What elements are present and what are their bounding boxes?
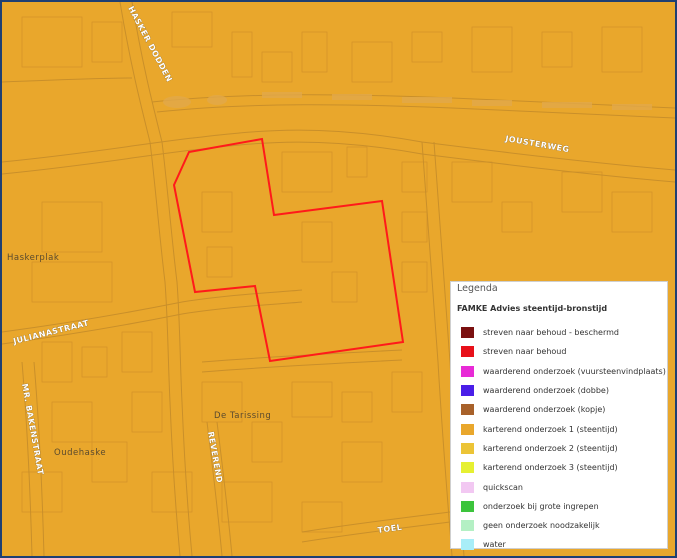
- legend-swatch: [461, 327, 474, 339]
- selection-outline[interactable]: [172, 137, 405, 363]
- legend-swatch: [461, 481, 474, 493]
- legend-list: streven naar behoud - beschermd streven …: [461, 323, 666, 555]
- legend-title: Legenda: [457, 283, 498, 294]
- legend-swatch: [461, 520, 474, 532]
- map-frame: HASKER DODDEN JOUSTERWEG JULIANASTRAAT M…: [0, 0, 677, 558]
- legend-swatch: [461, 442, 474, 454]
- legend-item-label: water: [483, 540, 506, 550]
- legend-swatch: [461, 365, 474, 377]
- street-label-toel: TOEL: [377, 523, 403, 535]
- legend-item-label: karterend onderzoek 2 (steentijd): [483, 443, 618, 453]
- legend-item: streven naar behoud: [461, 342, 666, 361]
- legend-item: onderzoek bij grote ingrepen: [461, 497, 666, 516]
- legend-swatch: [461, 404, 474, 416]
- legend-item: geen onderzoek noodzakelijk: [461, 516, 666, 535]
- street-label-jousterweg: JOUSTERWEG: [504, 134, 571, 154]
- legend-swatch: [461, 346, 474, 358]
- legend-swatch: [461, 462, 474, 474]
- legend-item: waarderend onderzoek (kopje): [461, 400, 666, 419]
- legend-swatch: [461, 500, 474, 512]
- legend-item: karterend onderzoek 2 (steentijd): [461, 439, 666, 458]
- street-label-mr-bakenstraat: MR. BAKENSTRAAT: [20, 383, 45, 476]
- legend-item-label: karterend onderzoek 1 (steentijd): [483, 424, 618, 434]
- place-label-de-tarissing: De Tarissing: [214, 411, 271, 421]
- legend-item: karterend onderzoek 3 (steentijd): [461, 458, 666, 477]
- legend-item-label: waarderend onderzoek (kopje): [483, 405, 606, 415]
- legend-item-label: streven naar behoud - beschermd: [483, 328, 619, 338]
- legend-item-label: quickscan: [483, 482, 523, 492]
- legend-panel: Legenda FAMKE Advies steentijd-bronstijd…: [450, 281, 668, 551]
- water-features: [163, 92, 652, 110]
- legend-item: streven naar behoud - beschermd: [461, 323, 666, 342]
- legend-swatch: [461, 539, 474, 551]
- place-label-haskerplak: Haskerplak: [7, 253, 59, 263]
- legend-item: waarderend onderzoek (dobbe): [461, 381, 666, 400]
- place-label-oudehaske: Oudehaske: [54, 448, 106, 458]
- legend-item: karterend onderzoek 1 (steentijd): [461, 419, 666, 438]
- legend-item-label: geen onderzoek noodzakelijk: [483, 521, 600, 531]
- legend-subtitle: FAMKE Advies steentijd-bronstijd: [457, 304, 608, 313]
- legend-item-label: waarderend onderzoek (vuursteenvindplaat…: [483, 366, 666, 376]
- legend-swatch: [461, 385, 474, 397]
- legend-item: water: [461, 535, 666, 554]
- legend-item-label: waarderend onderzoek (dobbe): [483, 386, 609, 396]
- legend-item-label: karterend onderzoek 3 (steentijd): [483, 463, 618, 473]
- legend-item-label: streven naar behoud: [483, 347, 567, 357]
- legend-item: waarderend onderzoek (vuursteenvindplaat…: [461, 362, 666, 381]
- legend-item-label: onderzoek bij grote ingrepen: [483, 501, 599, 511]
- legend-item: quickscan: [461, 477, 666, 496]
- legend-swatch: [461, 423, 474, 435]
